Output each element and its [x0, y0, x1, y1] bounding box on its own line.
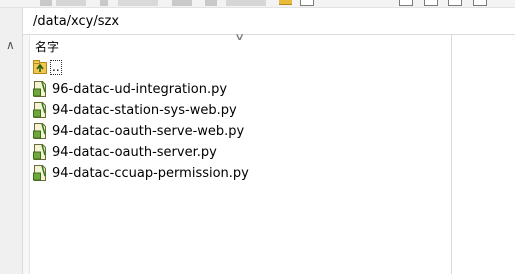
file-name[interactable]: 94-datac-ccuap-permission.py	[52, 166, 249, 181]
file-row[interactable]: 94-datac-oauth-serve-web.py	[33, 121, 244, 141]
toolbar-button[interactable]	[118, 0, 158, 6]
parent-folder-up-icon	[33, 60, 47, 74]
toolbar-icon[interactable]	[448, 0, 462, 6]
toolbar-icon[interactable]	[473, 0, 487, 6]
parent-directory-row[interactable]: ..	[33, 57, 62, 77]
toolbar-icon[interactable]	[205, 0, 217, 6]
current-path[interactable]: /data/xcy/szx	[33, 14, 119, 29]
file-name[interactable]: 94-datac-station-sys-web.py	[52, 103, 237, 118]
toolbar-button[interactable]	[56, 0, 86, 6]
toolbar-icon[interactable]	[172, 0, 192, 6]
column-header[interactable]: 名字 ∨	[30, 32, 452, 55]
left-scrollbar[interactable]: ∧	[0, 35, 23, 274]
file-row[interactable]: 94-datac-oauth-server.py	[33, 142, 217, 162]
file-row[interactable]: 94-datac-station-sys-web.py	[33, 100, 237, 120]
folder-icon[interactable]	[279, 0, 292, 5]
file-name[interactable]: 94-datac-oauth-server.py	[52, 145, 217, 160]
scroll-up-icon[interactable]: ∧	[6, 38, 15, 52]
file-row[interactable]: 94-datac-ccuap-permission.py	[33, 163, 249, 183]
toolbar-icon[interactable]	[424, 0, 438, 6]
path-bar-gutter	[0, 8, 23, 35]
python-file-icon	[33, 144, 47, 160]
name-column-header[interactable]: 名字	[35, 38, 59, 55]
toolbar-icon[interactable]	[399, 0, 413, 6]
properties-icon[interactable]	[300, 0, 314, 6]
parent-directory-label[interactable]: ..	[50, 59, 62, 75]
toolbar-icon[interactable]	[40, 0, 52, 6]
adjacent-pane[interactable]	[452, 35, 515, 274]
toolbar-button[interactable]	[226, 0, 266, 6]
python-file-icon	[33, 123, 47, 139]
file-name[interactable]: 96-datac-ud-integration.py	[52, 82, 227, 97]
python-file-icon	[33, 102, 47, 118]
toolbar	[0, 0, 515, 8]
python-file-icon	[33, 81, 47, 97]
sort-chevron-down-icon: ∨	[234, 32, 246, 43]
python-file-icon	[33, 165, 47, 181]
file-name[interactable]: 94-datac-oauth-serve-web.py	[52, 124, 244, 139]
path-bar[interactable]: /data/xcy/szx	[0, 8, 515, 35]
file-row[interactable]: 96-datac-ud-integration.py	[33, 79, 227, 99]
pane-gutter	[23, 35, 30, 274]
file-list[interactable]: 名字 ∨ .. 96-datac-ud-integration.py 94-da…	[30, 32, 452, 274]
toolbar-icon[interactable]	[100, 0, 108, 6]
